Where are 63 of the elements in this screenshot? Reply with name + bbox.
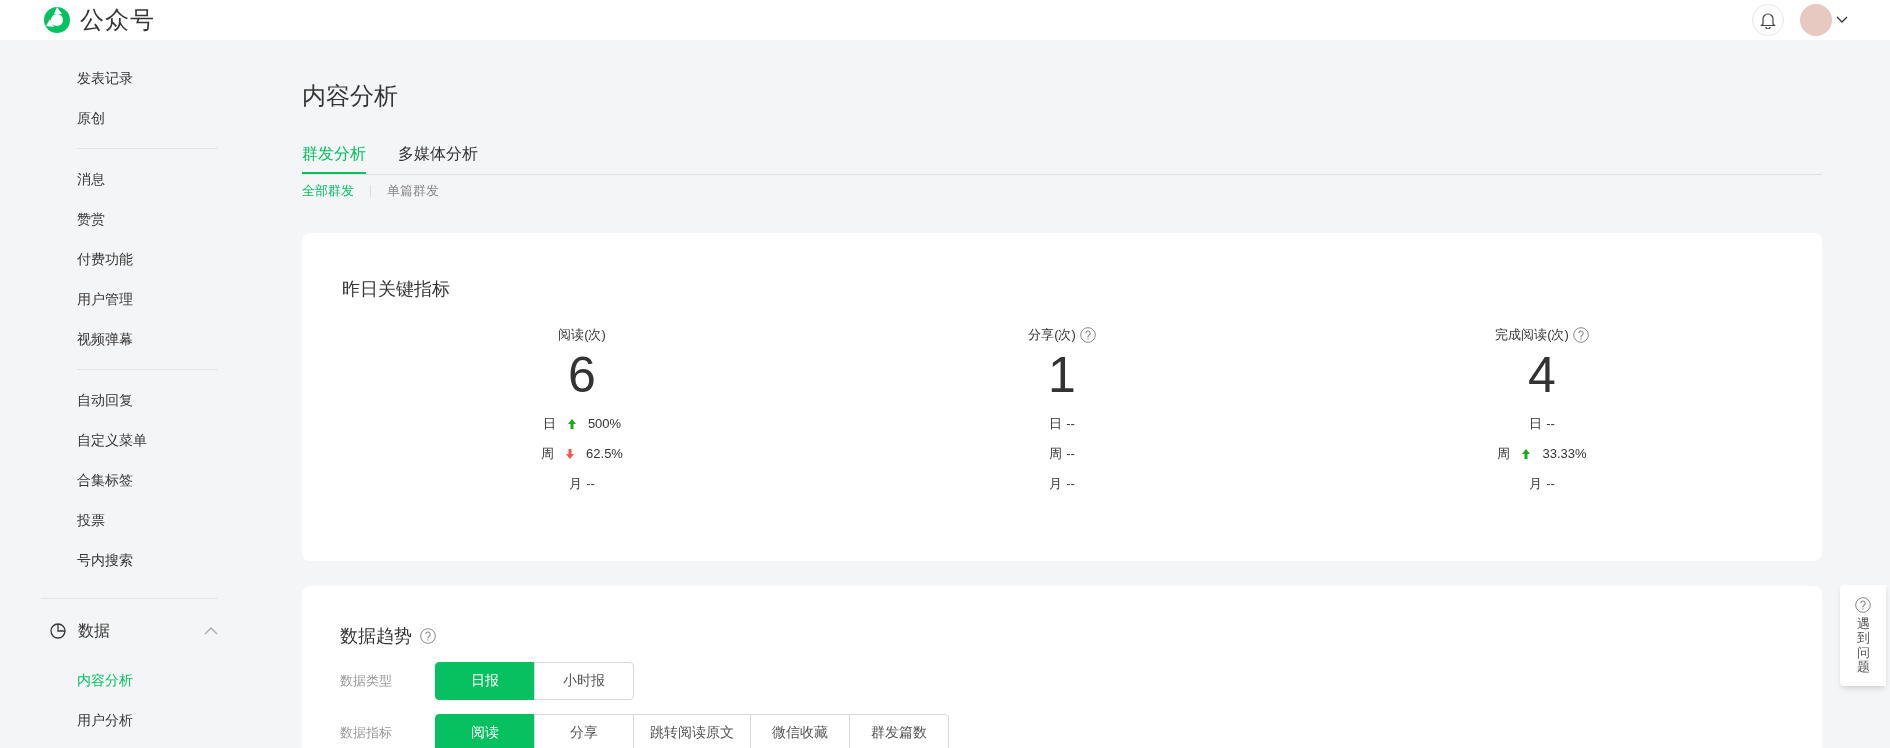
filter-label: 数据类型 xyxy=(340,671,393,690)
change-value: -- xyxy=(1546,414,1555,433)
sidebar-item[interactable]: 用户管理 xyxy=(0,279,260,319)
sidebar-item[interactable]: 赞赏 xyxy=(0,199,260,239)
tab[interactable]: 多媒体分析 xyxy=(398,142,478,174)
logo-icon[interactable] xyxy=(42,5,72,35)
card-title: 数据趋势 xyxy=(340,624,412,648)
period-label: 月 xyxy=(569,474,583,493)
sidebar-item[interactable]: 用户分析 xyxy=(0,700,260,740)
logo-text: 公众号 xyxy=(80,5,156,35)
arrow-up-icon xyxy=(567,418,576,429)
pie-chart-icon xyxy=(50,623,66,639)
metric-label: 完成阅读(次) xyxy=(1495,325,1569,344)
period-label: 周 xyxy=(1049,444,1063,463)
help-icon[interactable] xyxy=(1079,326,1096,343)
period-label: 日 xyxy=(542,414,556,433)
chevron-down-icon[interactable] xyxy=(1836,16,1848,24)
change-value: 33.33% xyxy=(1542,444,1587,463)
period-label: 月 xyxy=(1049,474,1063,493)
sidebar-item[interactable]: 付费功能 xyxy=(0,239,260,279)
chevron-up-icon[interactable] xyxy=(204,627,218,635)
change-value: -- xyxy=(1066,474,1075,493)
help-icon[interactable] xyxy=(420,627,436,644)
change-value: -- xyxy=(1066,414,1075,433)
change-value: -- xyxy=(586,474,595,493)
period-label: 月 xyxy=(1529,474,1543,493)
arrow-down-icon xyxy=(566,448,575,459)
period-label: 日 xyxy=(1529,414,1543,433)
period-label: 周 xyxy=(541,444,555,463)
period-label: 周 xyxy=(1497,444,1511,463)
arrow-up-icon xyxy=(1522,448,1531,459)
segment-button[interactable]: 分享 xyxy=(534,713,634,748)
filter-label: 数据指标 xyxy=(340,723,393,742)
card-title: 昨日关键指标 xyxy=(342,277,451,301)
sidebar-item[interactable]: 合集标签 xyxy=(0,460,260,500)
help-text: 遇到问题 xyxy=(1856,617,1870,675)
help-icon[interactable] xyxy=(1572,326,1589,343)
help-icon[interactable] xyxy=(1855,597,1871,613)
sidebar-item[interactable]: 投票 xyxy=(0,500,260,540)
section-label: 数据 xyxy=(78,621,110,641)
metric-value: 1 xyxy=(1048,346,1076,403)
period-label: 日 xyxy=(1049,414,1063,433)
sidebar-item[interactable]: 自定义菜单 xyxy=(0,420,260,460)
metric-label: 阅读(次) xyxy=(558,325,606,344)
segment-button[interactable]: 群发篇数 xyxy=(849,713,949,748)
metric-value: 6 xyxy=(568,346,596,403)
help-widget[interactable]: 遇到问题 xyxy=(1840,585,1886,687)
metric-label: 分享(次) xyxy=(1028,325,1076,344)
sidebar-section[interactable]: 数据 xyxy=(0,609,260,653)
change-value: -- xyxy=(1546,474,1555,493)
change-value: 500% xyxy=(587,414,622,433)
sidebar-item[interactable]: 原创 xyxy=(0,98,260,138)
page-title: 内容分析 xyxy=(302,81,399,111)
change-value: -- xyxy=(1066,444,1075,463)
sidebar-item[interactable]: 消息 xyxy=(0,159,260,199)
sidebar-item[interactable]: 视频弹幕 xyxy=(0,319,260,359)
sidebar-item[interactable]: 自动回复 xyxy=(0,380,260,420)
metric-value: 4 xyxy=(1528,346,1556,403)
bell-icon xyxy=(1760,11,1776,29)
change-value: 62.5% xyxy=(586,444,623,463)
segment-button[interactable]: 小时报 xyxy=(534,661,634,700)
sidebar-item[interactable]: 号内搜索 xyxy=(0,540,260,580)
sidebar-item[interactable]: 发表记录 xyxy=(0,58,260,98)
